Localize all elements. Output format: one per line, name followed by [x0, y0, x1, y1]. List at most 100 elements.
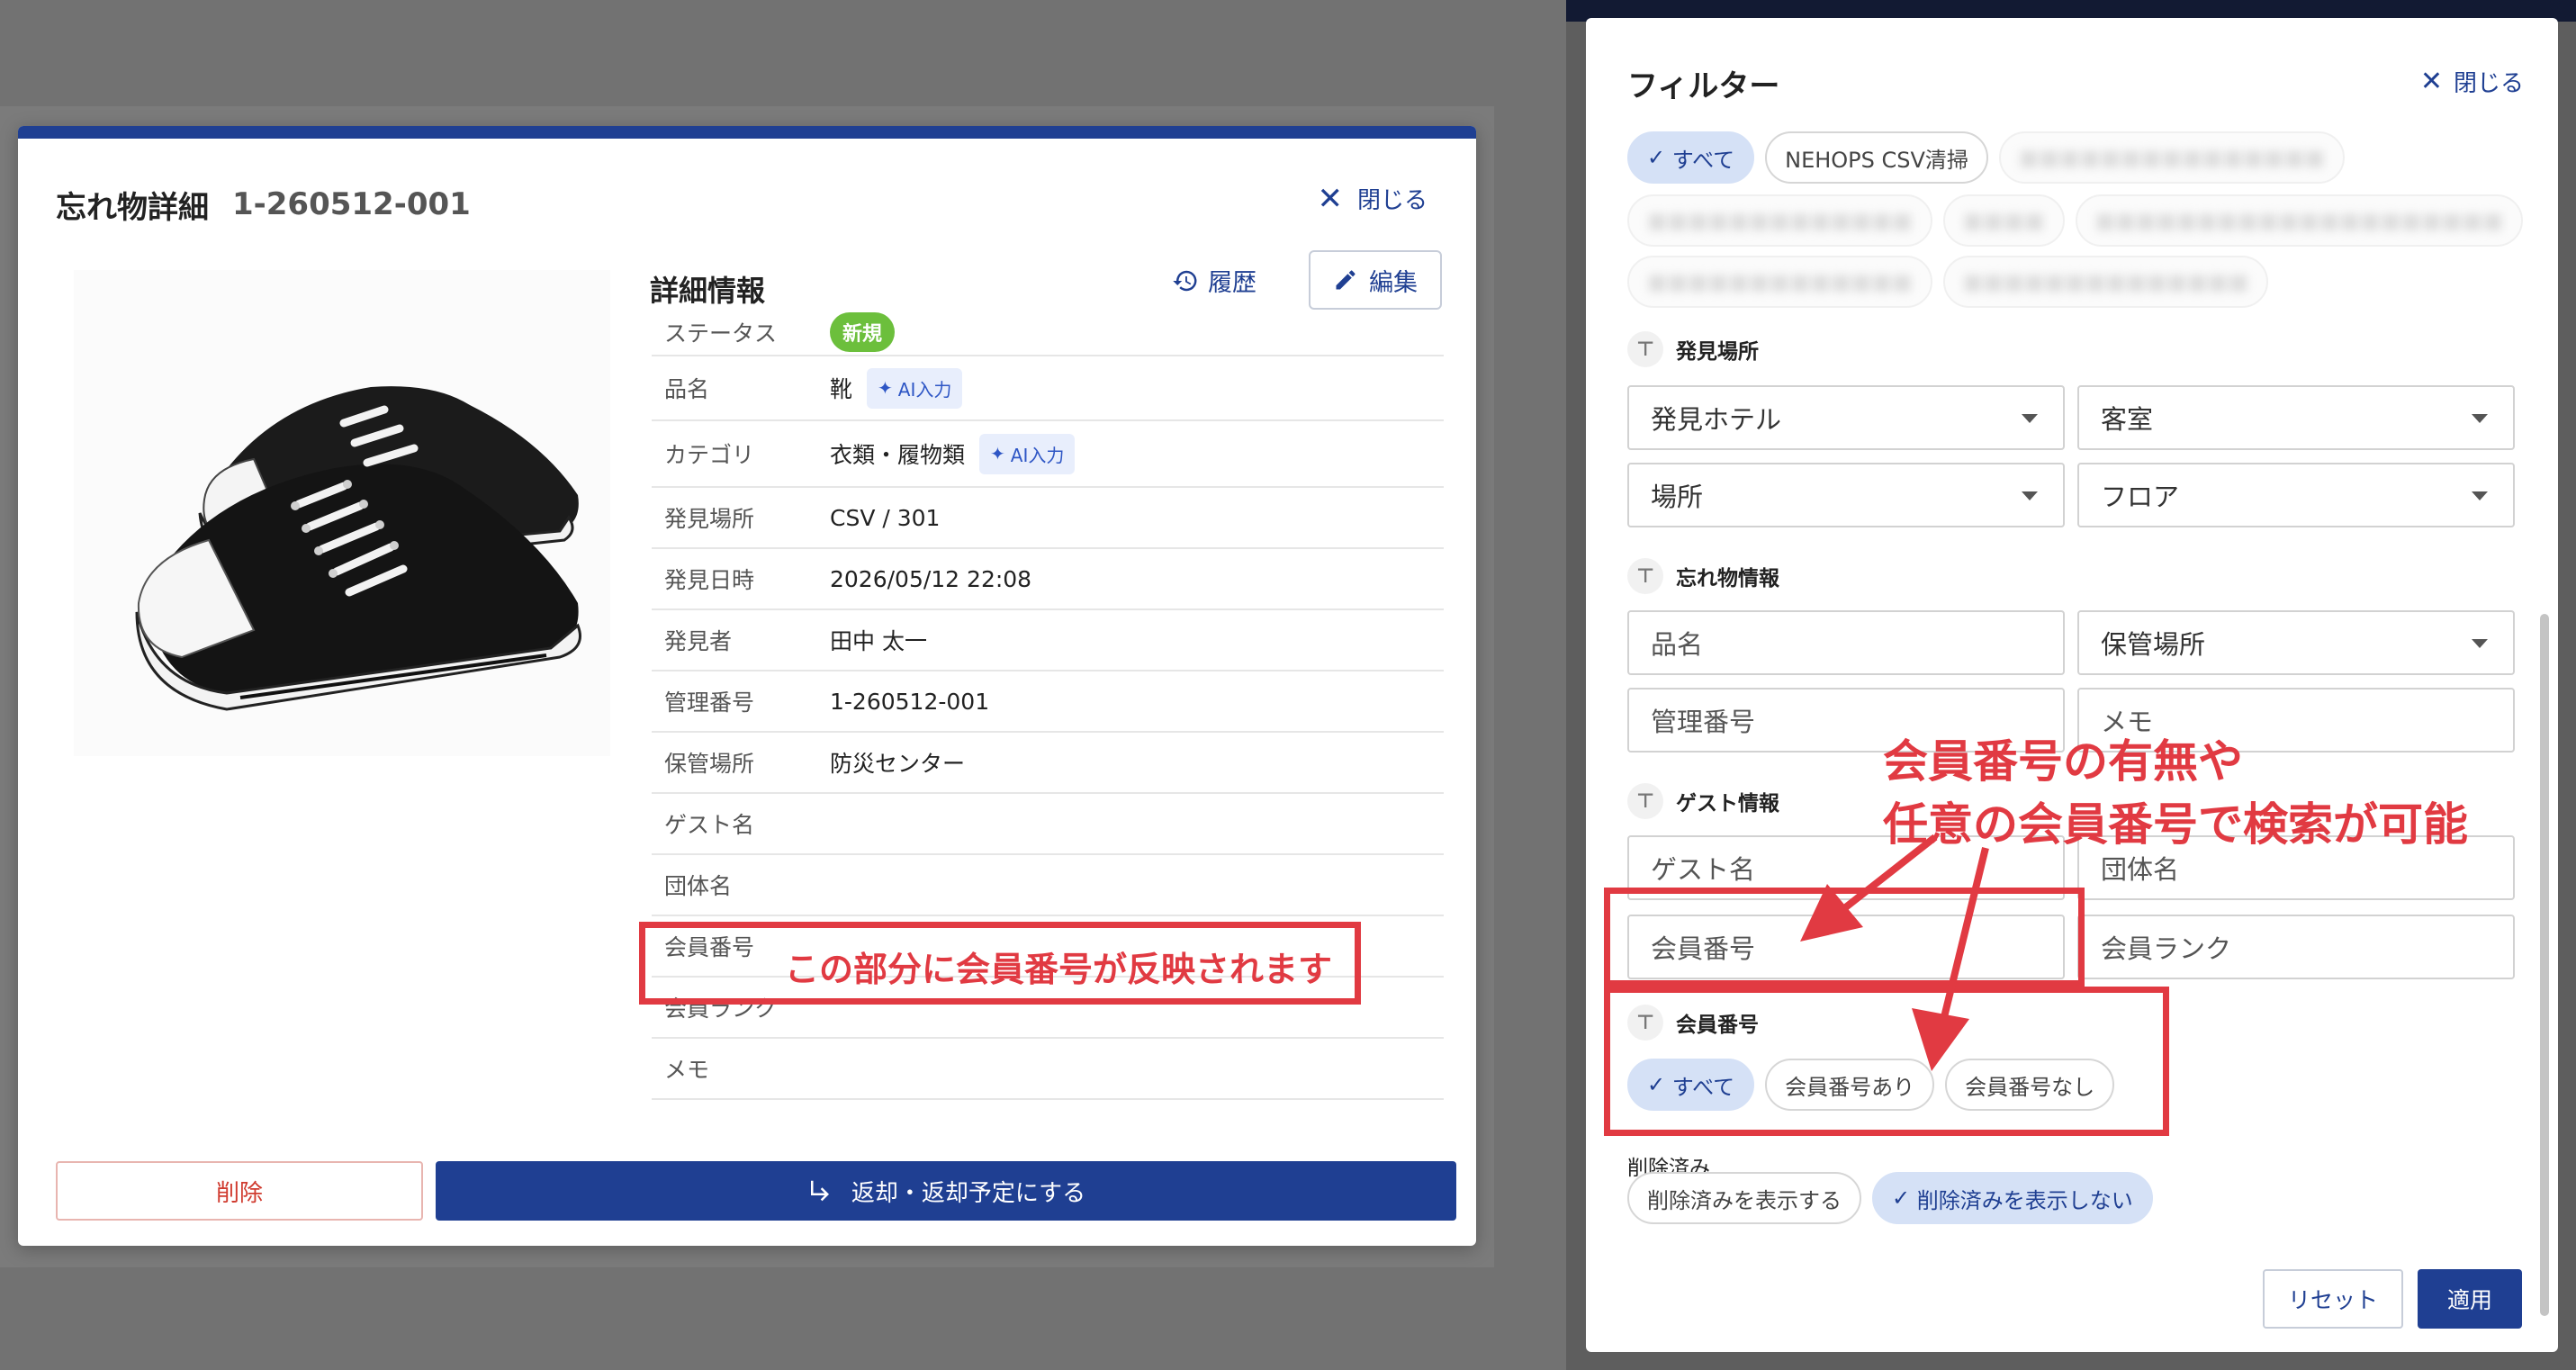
modal-title: 忘れ物詳細 1-260512-001 — [56, 173, 471, 236]
modal-close-label: 閉じる — [1356, 187, 1428, 214]
chip-source-blurred[interactable]: ■■■■■■■■■■■■■■ — [1942, 256, 2269, 308]
modal-title-text: 忘れ物詳細 — [56, 189, 209, 226]
section-label: 会員番号 — [1676, 1014, 1759, 1037]
ai-input-tag: ✦ AI入力 — [979, 433, 1076, 474]
section-label: ゲスト情報 — [1676, 792, 1779, 816]
row-value: 2026/05/12 22:08 — [830, 565, 1032, 592]
category-value: 衣類・履物類 — [830, 442, 966, 468]
row-finder: 発見者 田中 太一 — [652, 610, 1444, 671]
row-key: 品名 — [664, 376, 710, 402]
row-group-name: 団体名 — [652, 855, 1444, 916]
filter-close-label: 閉じる — [2453, 70, 2524, 97]
place-select[interactable]: 場所 — [1627, 463, 2065, 527]
dropdown-arrow-icon — [2472, 414, 2488, 423]
chip-hide-deleted[interactable]: ✓ 削除済みを表示しない — [1872, 1172, 2153, 1224]
pin-icon[interactable]: ⊤ — [1627, 558, 1663, 594]
sneaker-image — [74, 270, 610, 756]
source-chip-group: ✓ すべて NEHOPS CSV清掃 ■■■■■■■■■■■■■■■ — [1627, 131, 2346, 184]
sparkle-icon: ✦ — [878, 377, 893, 399]
chip-source-blurred[interactable]: ■■■■■■■■■■■■■■■ — [1998, 131, 2346, 184]
pin-icon[interactable]: ⊤ — [1627, 783, 1663, 819]
close-icon: ✕ — [2419, 65, 2443, 97]
dropdown-arrow-icon — [2472, 491, 2488, 500]
row-key: 発見場所 — [664, 506, 755, 532]
row-value: CSV / 301 — [830, 504, 941, 531]
row-key: カテゴリ — [664, 442, 755, 468]
deleted-chip-group: 削除済みを表示する ✓ 削除済みを表示しない — [1627, 1172, 2153, 1224]
ai-input-label: AI入力 — [897, 378, 952, 401]
field-label: 客室 — [2101, 404, 2154, 435]
item-name-input[interactable]: 品名 — [1627, 610, 2065, 675]
row-status: ステータス 新規 — [652, 310, 1444, 356]
dropdown-arrow-icon — [2022, 491, 2038, 500]
source-chip-group-3: ■■■■■■■■■■■■■ ■■■■■■■■■■■■■■ — [1627, 256, 2269, 308]
chip-source-nehops[interactable]: NEHOPS CSV清掃 — [1765, 131, 1988, 184]
section-item-info: ⊤ 忘れ物情報 — [1627, 558, 1779, 594]
section-guest-info: ⊤ ゲスト情報 — [1627, 783, 1779, 819]
filter-panel: フィルター ✕ 閉じる ✓ すべて NEHOPS CSV清掃 ■■■■■■■■■… — [1586, 18, 2558, 1352]
row-guest-name: ゲスト名 — [652, 794, 1444, 855]
row-location: 発見場所 CSV / 301 — [652, 488, 1444, 549]
edit-button[interactable]: 編集 — [1309, 250, 1442, 310]
return-button[interactable]: 返却・返却予定にする — [436, 1161, 1456, 1221]
storage-select[interactable]: 保管場所 — [2077, 610, 2515, 675]
chip-member-yes[interactable]: 会員番号あり — [1765, 1059, 1935, 1111]
row-value: 防災センター — [830, 751, 966, 777]
chip-label: すべて — [1671, 1074, 1735, 1100]
dropdown-arrow-icon — [2022, 414, 2038, 423]
annotation-text-right-1: 会員番号の有無や — [1883, 735, 2243, 788]
history-label: 履歴 — [1208, 269, 1256, 297]
floor-select[interactable]: フロア — [2077, 463, 2515, 527]
section-label: 忘れ物情報 — [1676, 567, 1779, 590]
field-label: 発見ホテル — [1651, 404, 1782, 435]
pin-icon[interactable]: ⊤ — [1627, 1005, 1663, 1041]
chip-member-all[interactable]: ✓ すべて — [1627, 1059, 1755, 1111]
row-value: 新規 — [830, 312, 896, 352]
row-category: カテゴリ 衣類・履物類 ✦ AI入力 — [652, 421, 1444, 488]
row-key: 発見日時 — [664, 567, 755, 593]
history-button[interactable]: 履歴 — [1172, 263, 1256, 298]
row-value: 靴 ✦ AI入力 — [830, 367, 963, 409]
section-location: ⊤ 発見場所 — [1627, 331, 1759, 367]
chip-show-deleted[interactable]: 削除済みを表示する — [1627, 1172, 1861, 1224]
chip-source-blurred[interactable]: ■■■■■■■■■■■■■ — [1627, 256, 1932, 308]
filter-close-button[interactable]: ✕ 閉じる — [2420, 65, 2524, 98]
reset-button[interactable]: リセット — [2263, 1269, 2403, 1329]
history-icon — [1173, 270, 1197, 291]
row-key: メモ — [664, 1057, 710, 1083]
modal-close-button[interactable]: ✕ 閉じる — [1317, 182, 1428, 215]
member-no-input[interactable]: 会員番号 — [1627, 915, 2065, 979]
member-rank-input[interactable]: 会員ランク — [2077, 915, 2515, 979]
scrollbar[interactable] — [2540, 614, 2549, 1316]
field-label: フロア — [2101, 482, 2180, 512]
check-icon: ✓ — [1892, 1185, 1917, 1211]
annotation-text-right-2: 任意の会員番号で検索が可能 — [1883, 798, 2468, 851]
pin-icon[interactable]: ⊤ — [1627, 331, 1663, 367]
section-label: 発見場所 — [1676, 340, 1759, 364]
subdirectory-arrow-icon — [810, 1180, 829, 1202]
chip-source-blurred[interactable]: ■■■■■■■■■■■■■ — [1627, 194, 1932, 247]
chip-source-blurred[interactable]: ■■■■■■■■■■■■■■■■■■■■ — [2075, 194, 2524, 247]
lost-item-detail-modal: 忘れ物詳細 1-260512-001 ✕ 閉じる 詳細情報 履歴 編集 ステータ… — [18, 126, 1476, 1246]
field-label: 場所 — [1651, 482, 1704, 512]
edit-label: 編集 — [1369, 268, 1418, 297]
chip-source-all[interactable]: ✓ すべて — [1627, 131, 1755, 184]
chip-member-no[interactable]: 会員番号なし — [1945, 1059, 2115, 1111]
row-found-date: 発見日時 2026/05/12 22:08 — [652, 549, 1444, 610]
row-value: 田中 太一 — [830, 628, 927, 654]
item-photo — [74, 270, 610, 756]
room-select[interactable]: 客室 — [2077, 385, 2515, 450]
dropdown-arrow-icon — [2472, 639, 2488, 648]
delete-button[interactable]: 削除 — [56, 1161, 423, 1221]
chip-source-blurred[interactable]: ■■■■ — [1942, 194, 2065, 247]
row-key: ゲスト名 — [664, 812, 755, 838]
section-member-no: ⊤ 会員番号 — [1627, 1005, 1759, 1041]
row-storage: 保管場所 防災センター — [652, 733, 1444, 794]
row-key: 管理番号 — [664, 690, 755, 716]
apply-button[interactable]: 適用 — [2418, 1269, 2522, 1329]
member-chip-group: ✓ すべて 会員番号あり 会員番号なし — [1627, 1059, 2115, 1111]
row-value: 衣類・履物類 ✦ AI入力 — [830, 433, 1076, 474]
check-icon: ✓ — [1647, 1072, 1672, 1097]
hotel-select[interactable]: 発見ホテル — [1627, 385, 2065, 450]
detail-section-title: 詳細情報 — [650, 274, 766, 308]
